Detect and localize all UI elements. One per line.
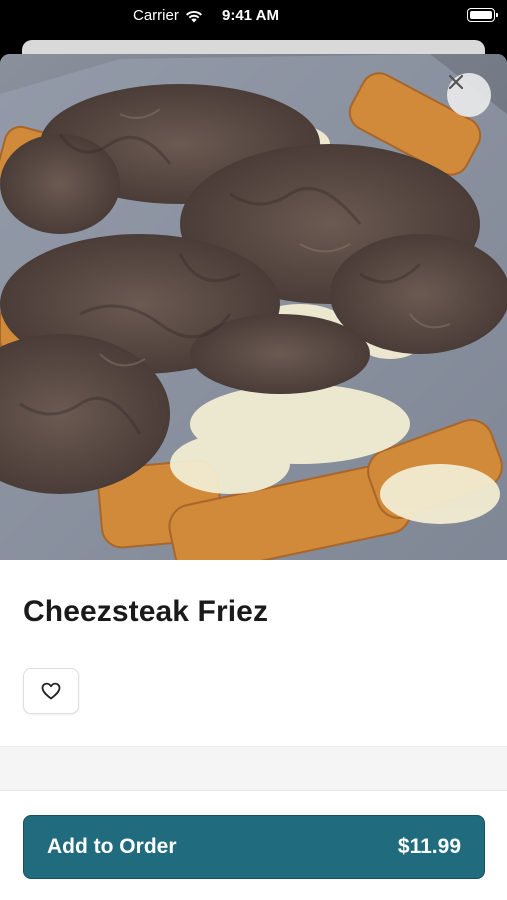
- item-price: $11.99: [397, 835, 461, 858]
- footer-bar: Add to Order $11.99: [0, 790, 507, 900]
- wifi-icon: [185, 10, 202, 22]
- item-photo-image: [0, 54, 507, 560]
- carrier-label: Carrier: [133, 7, 179, 24]
- app-screen: Carrier 9:41 AM Cheezsteak Friez Add to …: [0, 0, 507, 900]
- section-divider: [0, 746, 507, 790]
- item-photo: [0, 54, 507, 560]
- status-bar: Carrier 9:41 AM: [0, 0, 507, 32]
- close-icon: [448, 74, 464, 90]
- item-detail-sheet: Cheezsteak Friez Add to Order $11.99: [0, 54, 507, 900]
- battery-icon: [467, 8, 498, 22]
- status-time: 9:41 AM: [222, 7, 279, 24]
- heart-outline-icon: [41, 682, 61, 700]
- add-to-order-label: Add to Order: [47, 835, 177, 858]
- close-button[interactable]: [447, 73, 491, 117]
- item-title: Cheezsteak Friez: [23, 595, 269, 628]
- favorite-button[interactable]: [23, 668, 79, 714]
- carrier-indicator: Carrier: [133, 7, 203, 24]
- add-to-order-button[interactable]: Add to Order $11.99: [23, 815, 485, 879]
